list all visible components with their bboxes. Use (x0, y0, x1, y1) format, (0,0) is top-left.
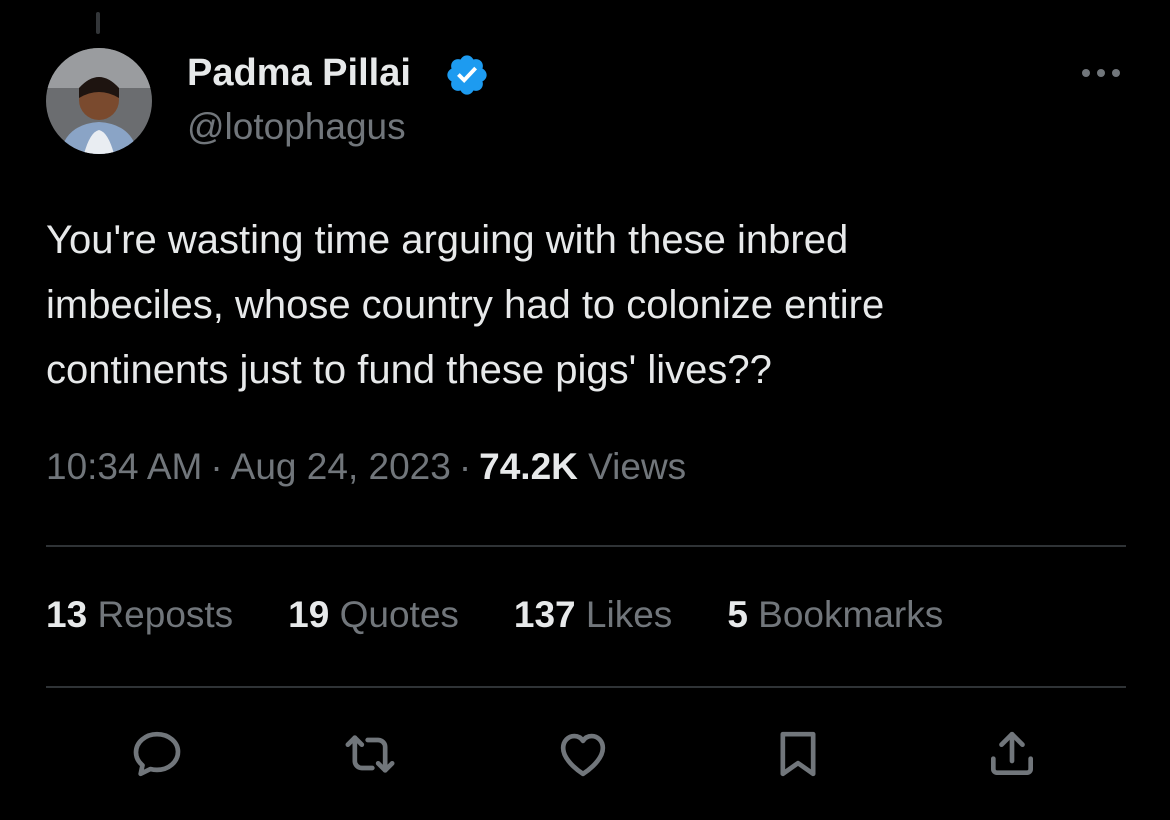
likes-count: 137 (513, 594, 576, 635)
avatar[interactable] (46, 48, 152, 154)
views-label: Views (588, 446, 687, 487)
reply-button[interactable] (125, 722, 189, 786)
reposts-label: Reposts (97, 594, 234, 635)
quotes-stat[interactable]: 19 Quotes (288, 594, 459, 636)
engagement-stats: 13 Reposts 19 Quotes 137 Likes 5 Bookmar… (46, 594, 943, 636)
divider (46, 686, 1126, 688)
quotes-count: 19 (288, 594, 330, 635)
repost-icon (345, 735, 395, 773)
bookmark-icon (780, 731, 816, 777)
likes-stat[interactable]: 137 Likes (514, 594, 672, 636)
tweet-text-line: You're wasting time arguing with these i… (46, 218, 849, 262)
verified-badge-icon (444, 52, 490, 98)
avatar-image (46, 48, 152, 154)
like-button[interactable] (551, 722, 615, 786)
meta-separator: · (458, 446, 472, 487)
repost-button[interactable] (338, 722, 402, 786)
bookmarks-stat[interactable]: 5 Bookmarks (727, 594, 943, 636)
share-button[interactable] (980, 722, 1044, 786)
author-handle[interactable]: @lotophagus (187, 106, 406, 148)
quotes-label: Quotes (339, 594, 459, 635)
bookmark-button[interactable] (766, 722, 830, 786)
reposts-stat[interactable]: 13 Reposts (46, 594, 233, 636)
divider (46, 545, 1126, 547)
bookmarks-label: Bookmarks (758, 594, 944, 635)
tweet-text-line: imbeciles, whose country had to colonize… (46, 283, 885, 327)
reply-icon (133, 731, 181, 777)
tweet-text-line: continents just to fund these pigs' live… (46, 348, 772, 392)
meta-separator: · (210, 446, 223, 487)
heart-icon (560, 733, 606, 777)
author-name[interactable]: Padma Pillai (187, 52, 411, 95)
likes-label: Likes (585, 594, 673, 635)
more-icon[interactable] (1076, 58, 1126, 88)
bookmarks-count: 5 (727, 594, 748, 635)
tweet-text: You're wasting time arguing with these i… (46, 208, 1126, 403)
tweet-time[interactable]: 10:34 AM (46, 446, 202, 487)
tweet-date[interactable]: Aug 24, 2023 (231, 446, 451, 487)
share-icon (991, 731, 1033, 775)
thread-connector-line (96, 12, 100, 34)
tweet-meta: 10:34 AM · Aug 24, 2023 · 74.2K Views (46, 446, 686, 488)
reposts-count: 13 (46, 594, 88, 635)
views-count: 74.2K (479, 446, 578, 487)
